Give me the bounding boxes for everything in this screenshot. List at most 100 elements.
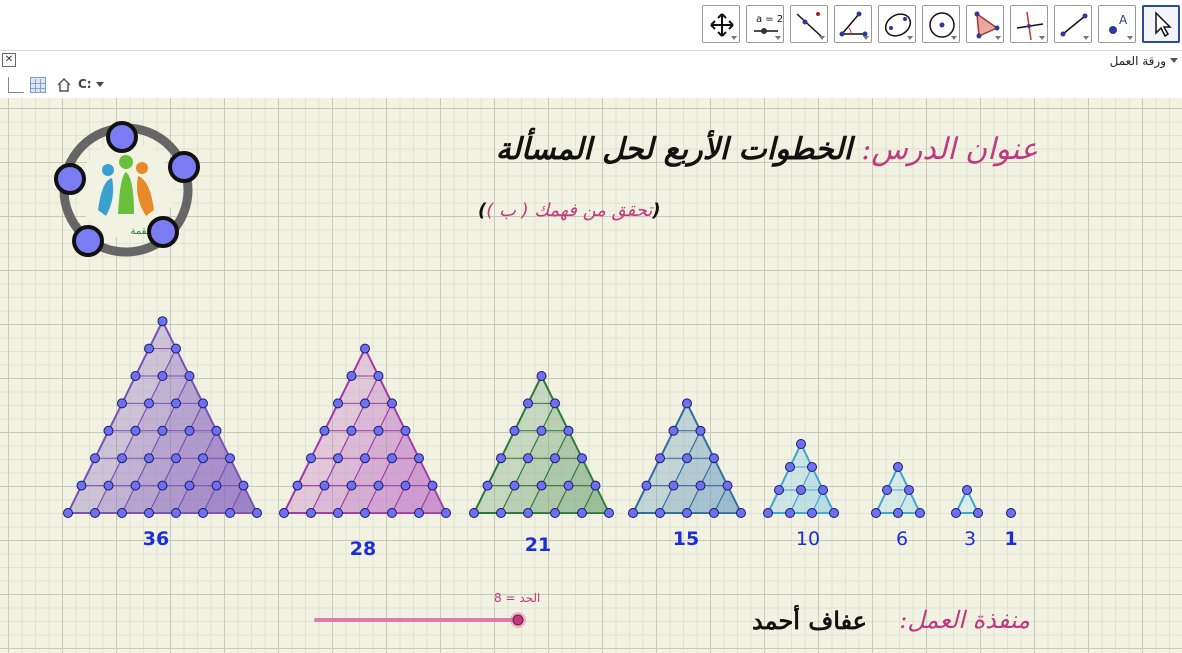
lattice-point[interactable] — [198, 398, 208, 409]
lattice-point[interactable] — [709, 453, 719, 464]
lattice-point[interactable] — [550, 398, 560, 409]
polygon-tool[interactable] — [966, 5, 1004, 43]
lattice-point[interactable] — [63, 508, 73, 518]
lattice-point[interactable] — [184, 480, 195, 491]
lattice-point[interactable] — [796, 439, 806, 449]
lattice-point[interactable] — [590, 480, 601, 491]
lattice-point[interactable] — [655, 453, 665, 464]
lattice-point[interactable] — [171, 453, 181, 464]
lattice-point[interactable] — [414, 508, 424, 518]
lattice-point[interactable] — [427, 480, 438, 491]
lattice-point[interactable] — [90, 453, 100, 464]
lattice-point[interactable] — [441, 508, 451, 518]
lattice-point[interactable] — [387, 453, 397, 464]
lattice-point[interactable] — [893, 462, 903, 472]
lattice-point[interactable] — [893, 508, 903, 518]
lattice-point[interactable] — [563, 425, 574, 436]
lattice-point[interactable] — [400, 425, 411, 436]
view-menu-caret-icon[interactable] — [1170, 58, 1178, 63]
lattice-point[interactable] — [951, 508, 961, 518]
lattice-point[interactable] — [360, 398, 370, 409]
lattice-point[interactable] — [171, 508, 181, 518]
lattice-point[interactable] — [184, 425, 195, 436]
lattice-point[interactable] — [117, 398, 127, 409]
move-graphic-view-tool[interactable] — [702, 5, 740, 43]
lattice-point[interactable] — [198, 508, 208, 518]
lattice-point[interactable] — [871, 508, 881, 518]
lattice-point[interactable] — [306, 453, 316, 464]
grid-toggle-icon[interactable] — [30, 77, 46, 93]
lattice-point[interactable] — [973, 508, 983, 518]
segment-tool[interactable] — [1054, 5, 1092, 43]
lattice-point[interactable] — [130, 480, 141, 491]
lattice-point[interactable] — [171, 343, 181, 354]
lattice-point[interactable] — [333, 453, 343, 464]
lattice-point[interactable] — [414, 453, 424, 464]
lattice-point[interactable] — [829, 508, 839, 518]
lattice-point[interactable] — [641, 480, 652, 491]
lattice-point[interactable] — [157, 480, 168, 491]
lattice-point[interactable] — [604, 508, 614, 518]
lattice-point[interactable] — [387, 398, 397, 409]
lattice-point[interactable] — [469, 508, 479, 518]
lattice-point[interactable] — [90, 508, 100, 518]
lattice-point[interactable] — [373, 371, 384, 381]
lattice-point[interactable] — [509, 480, 520, 491]
lattice-point[interactable] — [785, 508, 795, 518]
lattice-point[interactable] — [400, 480, 411, 491]
lattice-point[interactable] — [509, 425, 520, 436]
lattice-point[interactable] — [722, 480, 733, 491]
term-slider[interactable] — [310, 606, 540, 636]
lattice-point[interactable] — [807, 462, 817, 472]
lattice-point[interactable] — [184, 371, 195, 381]
lattice-point[interactable] — [818, 485, 828, 495]
zoom-selector[interactable]: C: — [78, 77, 108, 93]
lattice-point[interactable] — [279, 508, 289, 518]
lattice-point[interactable] — [695, 425, 706, 436]
lattice-point[interactable] — [319, 425, 330, 436]
lattice-point[interactable] — [346, 371, 357, 381]
lattice-point[interactable] — [774, 485, 784, 495]
lattice-point[interactable] — [76, 480, 87, 491]
lattice-point[interactable] — [198, 453, 208, 464]
lattice-point[interactable] — [550, 508, 560, 518]
lattice-point[interactable] — [373, 425, 384, 436]
lattice-point[interactable] — [550, 453, 560, 464]
lattice-point[interactable] — [763, 508, 773, 518]
close-view-button[interactable]: ✕ — [2, 53, 16, 67]
lattice-point[interactable] — [496, 453, 506, 464]
lattice-point[interactable] — [360, 453, 370, 464]
lattice-point[interactable] — [117, 508, 127, 518]
perpendicular-tool[interactable] — [1010, 5, 1048, 43]
lattice-point[interactable] — [655, 508, 665, 518]
axes-toggle-icon[interactable] — [8, 77, 24, 93]
home-icon[interactable] — [56, 77, 72, 93]
lattice-point[interactable] — [211, 425, 222, 436]
lattice-point[interactable] — [695, 480, 706, 491]
lattice-point[interactable] — [736, 508, 746, 518]
lattice-point[interactable] — [157, 371, 168, 381]
move-tool[interactable] — [1142, 5, 1180, 43]
lattice-point[interactable] — [536, 425, 547, 436]
lattice-point[interactable] — [962, 485, 972, 495]
lattice-point[interactable] — [577, 453, 587, 464]
lattice-point[interactable] — [482, 480, 493, 491]
lattice-point[interactable] — [144, 508, 154, 518]
lattice-point[interactable] — [1006, 508, 1016, 518]
lattice-point[interactable] — [117, 453, 127, 464]
lattice-point[interactable] — [668, 480, 679, 491]
lattice-point[interactable] — [252, 508, 262, 518]
lattice-point[interactable] — [157, 316, 168, 327]
lattice-point[interactable] — [536, 371, 547, 381]
lattice-point[interactable] — [807, 508, 817, 518]
lattice-point[interactable] — [373, 480, 384, 491]
graphics-view[interactable]: معاً للقمة عنوان الدرس: الخطوات الأربع ل… — [0, 98, 1182, 653]
lattice-point[interactable] — [225, 453, 235, 464]
lattice-point[interactable] — [785, 462, 795, 472]
lattice-point[interactable] — [523, 508, 533, 518]
lattice-point[interactable] — [144, 453, 154, 464]
lattice-point[interactable] — [682, 453, 692, 464]
point-tool[interactable]: A — [1098, 5, 1136, 43]
lattice-point[interactable] — [157, 425, 168, 436]
lattice-point[interactable] — [904, 485, 914, 495]
